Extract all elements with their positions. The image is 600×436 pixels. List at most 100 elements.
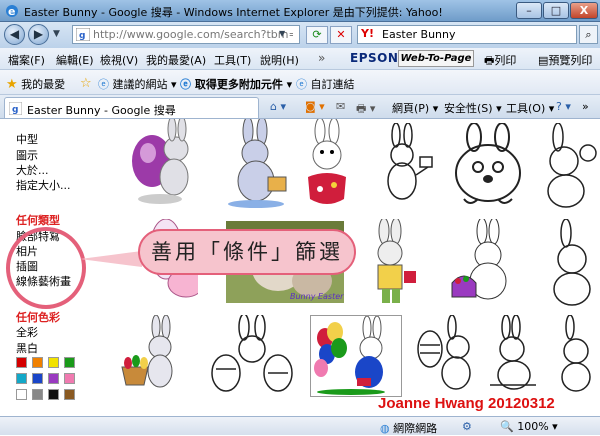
- security-zone[interactable]: ◍ 網際網路: [380, 420, 437, 436]
- add-favorite-button[interactable]: ☆: [80, 76, 92, 91]
- image-result[interactable]: [372, 123, 436, 211]
- print-label: 列印: [494, 54, 517, 67]
- addons-label: 取得更多附加元件: [194, 78, 283, 91]
- color-swatch[interactable]: [48, 373, 59, 384]
- svg-text:g: g: [79, 31, 85, 41]
- address-url[interactable]: http://www.google.com/search?tbm=isch&hl: [93, 28, 293, 41]
- color-swatch[interactable]: [64, 373, 75, 384]
- bunny-outline-3-image: [561, 315, 591, 392]
- image-result[interactable]: [446, 123, 530, 211]
- page-favicon-icon: g: [76, 28, 90, 41]
- color-swatch[interactable]: [48, 389, 59, 400]
- svg-text:Bunny Easter!: Bunny Easter!: [290, 292, 344, 301]
- toolbar-arrow-icon[interactable]: »: [318, 51, 325, 65]
- address-toolbar: ◀ ▶ ▼ g http://www.google.com/search?tbm…: [0, 22, 600, 48]
- color-full-link[interactable]: 全彩: [16, 324, 38, 340]
- menu-view[interactable]: 檢視(V): [100, 52, 138, 68]
- image-result[interactable]: [484, 315, 546, 397]
- color-swatch[interactable]: [16, 389, 27, 400]
- size-exact-link[interactable]: 指定大小...: [16, 177, 71, 193]
- preview-icon: ▤: [538, 54, 549, 67]
- color-swatch[interactable]: [64, 357, 75, 368]
- security-zone-label: 網際網路: [393, 422, 438, 435]
- size-medium-link[interactable]: 中型: [16, 131, 38, 147]
- protected-mode-icon[interactable]: ⚙: [462, 420, 472, 433]
- image-result[interactable]: [362, 219, 420, 309]
- favorites-button[interactable]: ★ 我的最愛: [6, 76, 65, 92]
- address-dropdown-icon[interactable]: ▼: [279, 29, 285, 38]
- image-result[interactable]: [414, 315, 476, 397]
- menu-edit[interactable]: 編輯(E): [56, 52, 94, 68]
- addons-link[interactable]: ⓔ 取得更多附加元件 ▾: [180, 76, 292, 92]
- toolbar-overflow-icon[interactable]: »: [582, 100, 589, 113]
- custom-links-label: 自訂連結: [310, 78, 355, 91]
- bunny-egg-image: [132, 119, 189, 204]
- color-swatch[interactable]: [16, 357, 27, 368]
- safety-menu[interactable]: 安全性(S) ▾: [444, 100, 502, 116]
- image-result[interactable]: [552, 315, 600, 397]
- image-result[interactable]: [120, 119, 202, 207]
- image-result[interactable]: [204, 315, 300, 397]
- stop-icon: ✕: [336, 28, 346, 41]
- stop-button[interactable]: ✕: [330, 26, 352, 44]
- search-go-button[interactable]: ⌕: [579, 25, 598, 44]
- color-swatch[interactable]: [48, 357, 59, 368]
- printer-icon: 🖶: [484, 54, 495, 67]
- tab-easter-bunny[interactable]: g Easter Bunny - Google 搜尋: [4, 97, 259, 118]
- menu-favorites[interactable]: 我的最愛(A): [146, 52, 206, 68]
- mail-button[interactable]: ✉: [336, 100, 345, 113]
- size-larger-link[interactable]: 大於...: [16, 162, 49, 178]
- image-result[interactable]: [542, 219, 600, 309]
- address-bar[interactable]: g http://www.google.com/search?tbm=isch&…: [72, 25, 300, 44]
- minimize-button[interactable]: –: [516, 2, 542, 19]
- custom-links-link[interactable]: ⓔ 自訂連結: [296, 76, 355, 92]
- color-bw-link[interactable]: 黑白: [16, 340, 38, 356]
- suggested-sites-link[interactable]: ⓔ 建議的網站 ▾: [98, 76, 177, 92]
- bunny-egg-outline-image: [417, 315, 471, 390]
- back-button[interactable]: ◀: [4, 24, 25, 45]
- search-input[interactable]: Easter Bunny: [382, 28, 456, 41]
- color-swatch[interactable]: [16, 373, 27, 384]
- color-swatch[interactable]: [64, 389, 75, 400]
- print-button[interactable]: 🖶列印: [484, 52, 516, 71]
- color-swatch[interactable]: [32, 373, 43, 384]
- image-result[interactable]: [222, 119, 294, 209]
- highlight-circle: [6, 227, 86, 309]
- size-icon-link[interactable]: 圖示: [16, 147, 38, 163]
- search-box[interactable]: Y! Easter Bunny: [357, 25, 577, 44]
- type-heading[interactable]: 任何類型: [16, 212, 60, 228]
- arrow-right-icon: ▶: [33, 27, 44, 41]
- page-menu[interactable]: 網頁(P) ▾: [392, 100, 438, 116]
- help-button[interactable]: ? ▾: [556, 100, 571, 113]
- maximize-button[interactable]: □: [543, 2, 569, 19]
- print-preview-button[interactable]: ▤預覽列印: [538, 52, 592, 68]
- home-icon: ⌂: [270, 100, 277, 113]
- home-button[interactable]: ⌂ ▾: [270, 100, 286, 113]
- tab-bar: g Easter Bunny - Google 搜尋 ⌂ ▾ ◙ ▾ ✉ 🖶 ▾…: [0, 95, 600, 119]
- menu-bar: 檔案(F) 編輯(E) 檢視(V) 我的最愛(A) 工具(T) 說明(H) » …: [0, 48, 600, 70]
- color-heading[interactable]: 任何色彩: [16, 309, 60, 325]
- window-title: Easter Bunny - Google 搜尋 - Windows Inter…: [24, 6, 443, 19]
- web-to-page-button[interactable]: Web-To-Page: [398, 50, 474, 67]
- image-result[interactable]: [444, 219, 520, 309]
- color-swatch[interactable]: [32, 357, 43, 368]
- image-result-selected[interactable]: [310, 315, 402, 397]
- zoom-control[interactable]: 🔍 100% ▾: [500, 420, 558, 433]
- print-tool-button[interactable]: 🖶 ▾: [356, 100, 375, 119]
- feeds-button[interactable]: ◙ ▾: [305, 100, 325, 113]
- image-result[interactable]: [300, 119, 358, 207]
- color-swatch[interactable]: [32, 389, 43, 400]
- menu-help[interactable]: 說明(H): [260, 52, 299, 68]
- refresh-button[interactable]: ⟳: [306, 26, 328, 44]
- yahoo-logo-icon: Y!: [361, 27, 374, 40]
- author-signature: Joanne Hwang 20120312: [378, 395, 555, 412]
- menu-file[interactable]: 檔案(F): [8, 52, 45, 68]
- tools-menu[interactable]: 工具(O) ▾: [506, 100, 554, 116]
- image-result[interactable]: [120, 315, 188, 397]
- forward-button[interactable]: ▶: [28, 24, 49, 45]
- image-result[interactable]: [538, 123, 600, 211]
- menu-tools[interactable]: 工具(T): [214, 52, 251, 68]
- favorites-label: 我的最愛: [21, 78, 66, 91]
- history-dropdown-icon[interactable]: ▼: [53, 29, 60, 39]
- close-button[interactable]: X: [570, 2, 598, 19]
